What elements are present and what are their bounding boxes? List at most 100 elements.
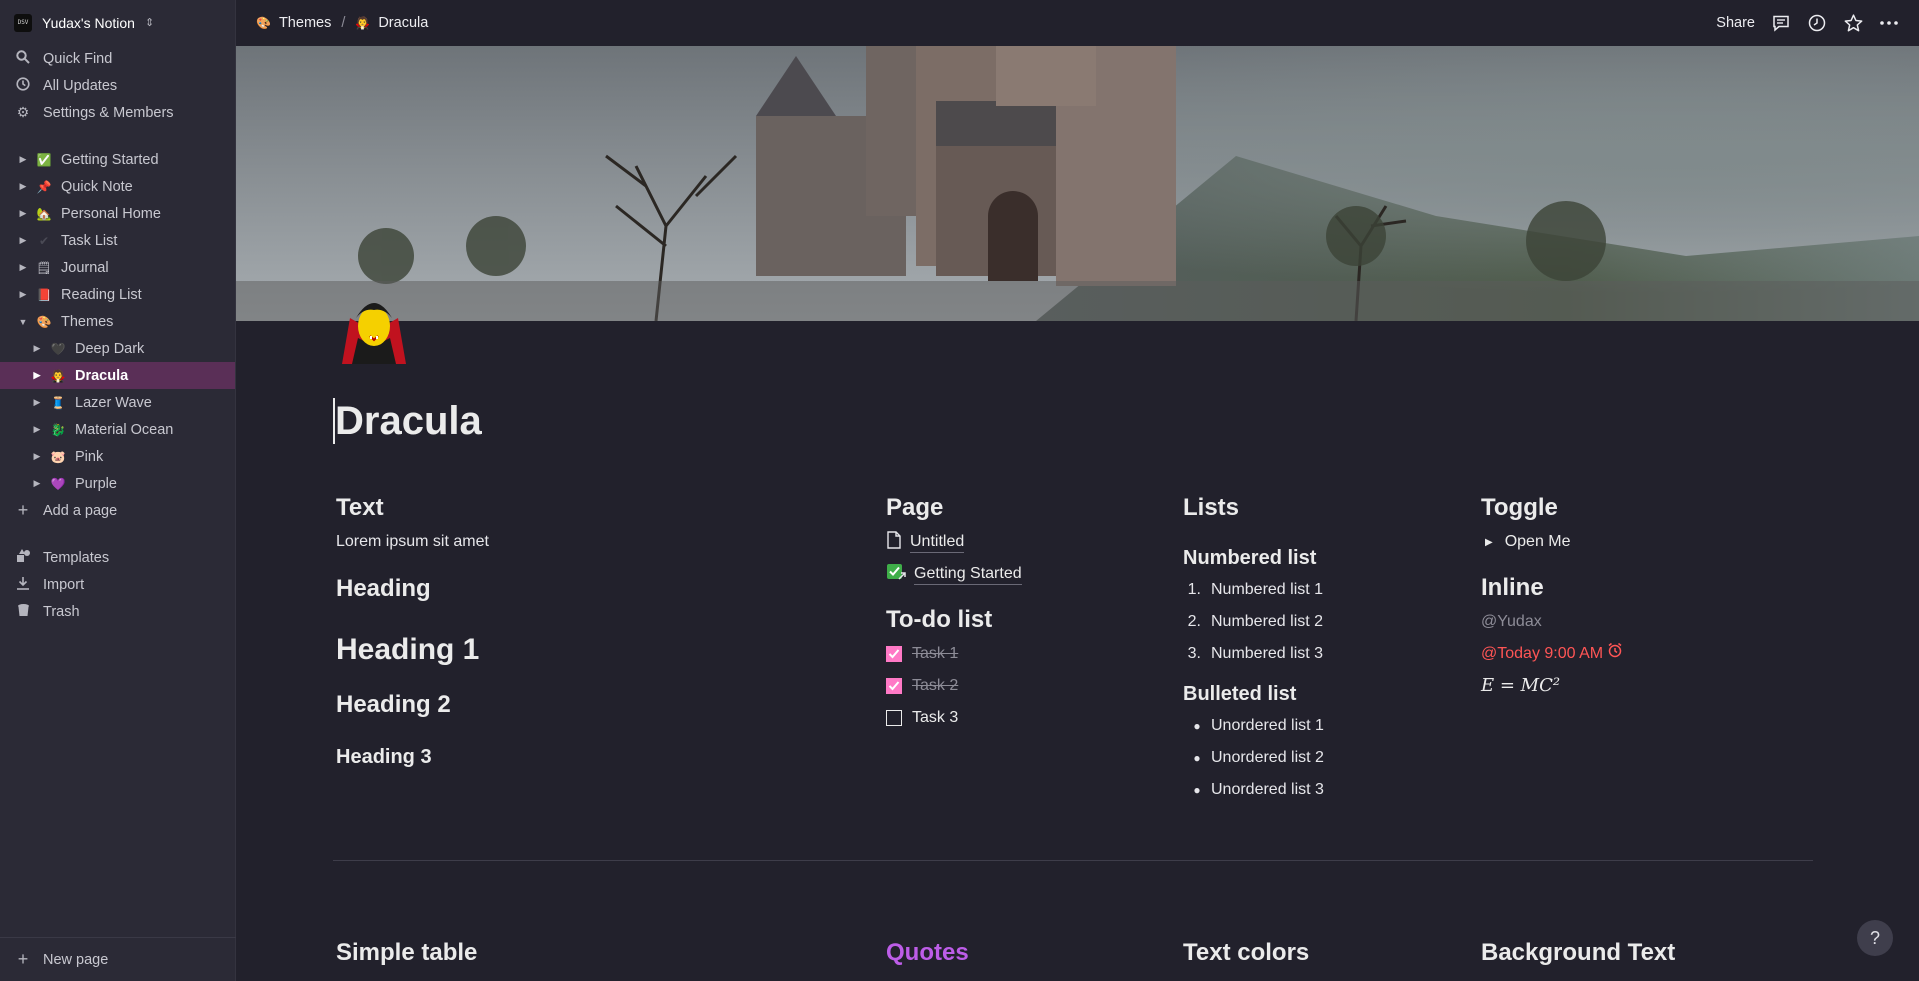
toggle-block[interactable]: ▶ Open Me — [1481, 526, 1801, 558]
sidebar-item-purple[interactable]: ▶ 💜 Purple — [0, 470, 235, 497]
page-heading[interactable]: Page — [886, 490, 1156, 526]
sidebar-label: Quick Find — [43, 50, 113, 67]
page-icon-vampire[interactable] — [336, 288, 412, 364]
numbered-item[interactable]: 1. Numbered list 1 — [1183, 574, 1453, 606]
sidebar-import[interactable]: Import — [0, 571, 235, 598]
todo-label[interactable]: Task 1 — [912, 645, 958, 663]
expand-arrow-icon[interactable]: ▶ — [32, 370, 42, 381]
new-page-button[interactable]: + New page — [0, 937, 236, 981]
todo-label[interactable]: Task 3 — [912, 709, 958, 727]
thread-icon: 🧵 — [50, 395, 66, 410]
sidebar-quick-find[interactable]: Quick Find — [0, 45, 235, 72]
text-body[interactable]: Lorem ipsum sit amet — [336, 526, 836, 558]
user-mention[interactable]: @Yudax — [1481, 606, 1801, 638]
toggle-heading[interactable]: Toggle — [1481, 490, 1801, 526]
sidebar-item-getting-started[interactable]: ▶ ✅ Getting Started — [0, 146, 235, 173]
page-title[interactable]: Dracula — [333, 398, 482, 444]
sidebar-item-task-list[interactable]: ▶ ✔ Task List — [0, 227, 235, 254]
sidebar-item-lazer-wave[interactable]: ▶ 🧵 Lazer Wave — [0, 389, 235, 416]
breadcrumb-item-themes[interactable]: Themes — [279, 15, 331, 31]
sidebar-trash[interactable]: Trash — [0, 598, 235, 625]
import-icon — [14, 576, 32, 593]
heading-plain[interactable]: Heading — [336, 558, 836, 604]
date-mention[interactable]: @Today 9:00 AM — [1481, 638, 1801, 670]
sidebar-item-reading-list[interactable]: ▶ 📕 Reading List — [0, 281, 235, 308]
bulleted-list-heading[interactable]: Bulleted list — [1183, 674, 1453, 710]
sidebar-item-themes[interactable]: ▼ 🎨 Themes — [0, 308, 235, 335]
numbered-list-heading[interactable]: Numbered list — [1183, 538, 1453, 574]
expand-arrow-icon[interactable]: ▶ — [32, 397, 42, 408]
bulleted-item[interactable]: ● Unordered list 3 — [1183, 774, 1453, 806]
history-icon[interactable] — [1807, 13, 1827, 33]
numbered-item[interactable]: 2. Numbered list 2 — [1183, 606, 1453, 638]
expand-arrow-icon[interactable]: ▶ — [18, 235, 28, 246]
bullet-icon: ● — [1193, 719, 1201, 733]
background-text-heading[interactable]: Background Text — [1481, 939, 1675, 967]
purple-heart-icon: 💜 — [50, 476, 66, 491]
sidebar-item-quick-note[interactable]: ▶ 📌 Quick Note — [0, 173, 235, 200]
toggle-arrow-icon[interactable]: ▶ — [1485, 537, 1493, 548]
sidebar-item-pink[interactable]: ▶ 🐷 Pink — [0, 443, 235, 470]
sidebar-label: Deep Dark — [75, 340, 145, 357]
expand-arrow-icon[interactable]: ▶ — [18, 262, 28, 273]
numbered-item[interactable]: 3. Numbered list 3 — [1183, 638, 1453, 670]
add-page-button[interactable]: + Add a page — [0, 497, 235, 524]
expand-arrow-icon[interactable]: ▶ — [32, 478, 42, 489]
comment-icon[interactable] — [1771, 13, 1791, 33]
cover-image[interactable] — [236, 46, 1919, 321]
sidebar-all-updates[interactable]: All Updates — [0, 72, 235, 99]
expand-arrow-icon[interactable]: ▶ — [18, 181, 28, 192]
collapse-arrow-icon[interactable]: ▼ — [18, 317, 28, 327]
bulleted-item[interactable]: ● Unordered list 2 — [1183, 742, 1453, 774]
page-link-untitled[interactable]: Untitled — [886, 526, 1156, 558]
sidebar-item-dracula[interactable]: ▶ 🧛 Dracula — [0, 362, 235, 389]
lists-heading[interactable]: Lists — [1183, 490, 1453, 526]
share-button[interactable]: Share — [1716, 15, 1755, 31]
breadcrumb-item-dracula[interactable]: Dracula — [378, 15, 428, 31]
sidebar-item-personal-home[interactable]: ▶ 🏡 Personal Home — [0, 200, 235, 227]
numbered-item-text: Numbered list 2 — [1211, 613, 1324, 630]
math-equation[interactable]: E = MC² — [1481, 670, 1801, 702]
checkbox-checked[interactable] — [886, 678, 902, 694]
sidebar-label: Quick Note — [61, 178, 133, 195]
sidebar-templates[interactable]: Templates — [0, 544, 235, 571]
star-icon[interactable] — [1843, 13, 1863, 33]
lists-column: Lists Numbered list 1. Numbered list 1 2.… — [1183, 490, 1453, 806]
expand-arrow-icon[interactable]: ▶ — [18, 208, 28, 219]
quotes-heading[interactable]: Quotes — [886, 939, 969, 967]
house-icon: 🏡 — [36, 206, 52, 221]
heading-1[interactable]: Heading 1 — [336, 604, 836, 678]
text-colors-heading[interactable]: Text colors — [1183, 939, 1309, 967]
expand-arrow-icon[interactable]: ▶ — [32, 424, 42, 435]
sidebar-label: Task List — [61, 232, 118, 249]
workspace-switcher[interactable]: DSV Yudax's Notion ⇕ — [0, 0, 235, 45]
todo-item: Task 1 — [886, 638, 1156, 670]
checkbox-unchecked[interactable] — [886, 710, 902, 726]
expand-arrow-icon[interactable]: ▶ — [32, 451, 42, 462]
todo-heading[interactable]: To-do list — [886, 602, 1156, 638]
page-link-label: Untitled — [910, 532, 965, 553]
bullet-icon: ● — [1193, 751, 1201, 765]
sidebar-settings[interactable]: ⚙ Settings & Members — [0, 99, 235, 126]
sidebar-item-material-ocean[interactable]: ▶ 🐉 Material Ocean — [0, 416, 235, 443]
more-options-icon[interactable] — [1879, 13, 1899, 33]
expand-arrow-icon[interactable]: ▶ — [18, 289, 28, 300]
checkbox-checked[interactable] — [886, 646, 902, 662]
sidebar-item-deep-dark[interactable]: ▶ 🖤 Deep Dark — [0, 335, 235, 362]
breadcrumb-separator: / — [341, 15, 346, 31]
heading-3[interactable]: Heading 3 — [336, 730, 836, 774]
simple-table-heading[interactable]: Simple table — [336, 939, 477, 967]
sidebar-label: Personal Home — [61, 205, 161, 222]
text-heading[interactable]: Text — [336, 490, 836, 526]
expand-arrow-icon[interactable]: ▶ — [18, 154, 28, 165]
numbered-item-text: Numbered list 3 — [1211, 645, 1324, 662]
page-link-getting-started[interactable]: Getting Started — [886, 558, 1156, 590]
help-button[interactable]: ? — [1857, 920, 1893, 956]
inline-heading[interactable]: Inline — [1481, 570, 1801, 606]
bulleted-item[interactable]: ● Unordered list 1 — [1183, 710, 1453, 742]
sidebar: DSV Yudax's Notion ⇕ Quick Find All Upda… — [0, 0, 236, 981]
todo-label[interactable]: Task 2 — [912, 677, 958, 695]
sidebar-item-journal[interactable]: ▶ 🗒 Journal — [0, 254, 235, 281]
heading-2[interactable]: Heading 2 — [336, 678, 836, 730]
expand-arrow-icon[interactable]: ▶ — [32, 343, 42, 354]
